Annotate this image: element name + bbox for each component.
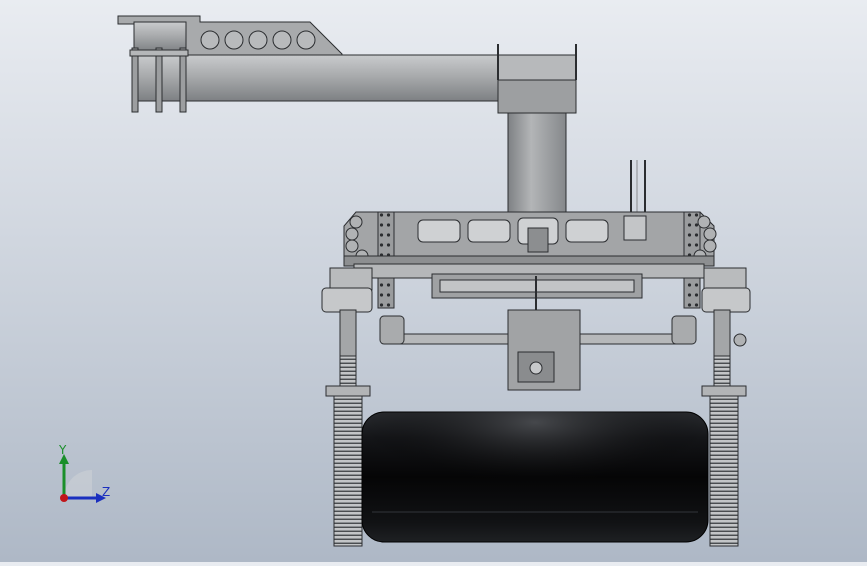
vertical-column[interactable]	[507, 112, 646, 214]
right-suspension-leg[interactable]	[701, 355, 747, 547]
axis-y-label: Y	[59, 443, 67, 457]
lower-linkage[interactable]	[379, 309, 697, 391]
right-motor-housing[interactable]	[701, 267, 751, 361]
cad-viewport[interactable]: Y Z	[0, 0, 867, 562]
wheel-tire[interactable]	[361, 411, 709, 543]
upper-arm[interactable]	[117, 15, 577, 114]
robot-assembly-model[interactable]	[0, 0, 867, 562]
left-motor-housing[interactable]	[321, 267, 373, 361]
axis-z-label: Z	[102, 485, 111, 499]
chassis-frame[interactable]	[343, 211, 717, 312]
coordinate-triad: Y Z	[48, 440, 118, 510]
